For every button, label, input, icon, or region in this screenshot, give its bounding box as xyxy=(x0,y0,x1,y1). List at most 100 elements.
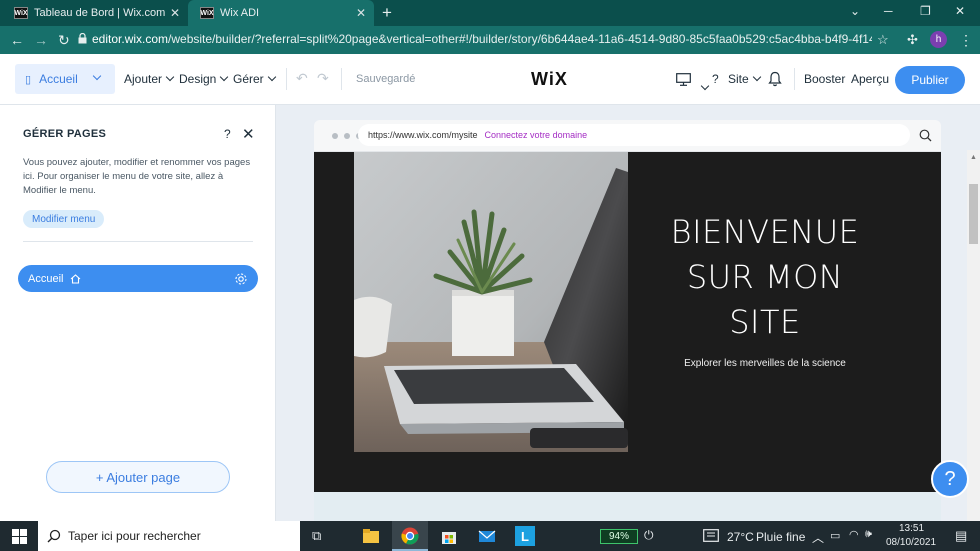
show-hidden-icons-chevron-up-icon[interactable]: ︿ xyxy=(812,529,824,546)
preview-browser-frame: https://www.wix.com/mysite Connectez vot… xyxy=(314,120,941,152)
connect-domain-link[interactable]: Connectez votre domaine xyxy=(485,130,588,140)
menu-manage[interactable]: Gérer xyxy=(233,72,276,86)
scrollbar-thumb[interactable] xyxy=(969,184,978,244)
preview-button[interactable]: Aperçu xyxy=(851,72,889,86)
battery-indicator[interactable]: 94% xyxy=(600,529,638,544)
menu-design[interactable]: Design xyxy=(179,72,229,86)
site-url-bar: https://www.wix.com/mysite Connectez vot… xyxy=(358,124,910,146)
help-chat-button[interactable]: ? xyxy=(931,460,969,498)
hero-laptop-image[interactable] xyxy=(354,152,628,452)
redo-icon[interactable]: ↷ xyxy=(317,70,329,87)
hero-subtitle[interactable]: Explorer les merveilles de la science xyxy=(648,358,882,369)
wix-logo: WiX xyxy=(531,69,568,89)
tab-label: Wix ADI xyxy=(220,7,260,19)
close-window-icon[interactable]: ✕ xyxy=(955,4,965,18)
chevron-down-icon[interactable] xyxy=(700,81,710,91)
boost-button[interactable]: Booster xyxy=(804,72,845,86)
clock-time[interactable]: 13:51 xyxy=(899,523,924,534)
site-url: https://www.wix.com/mysite xyxy=(368,130,478,140)
chrome-taskbar-button[interactable] xyxy=(392,521,428,551)
weather-temperature[interactable]: 27°C xyxy=(727,530,754,544)
search-icon xyxy=(47,529,61,543)
menu-design-label: Design xyxy=(179,72,217,86)
page-selector[interactable]: ▯ Accueil xyxy=(15,64,115,94)
menu-add[interactable]: Ajouter xyxy=(124,72,175,86)
forward-icon[interactable]: → xyxy=(34,32,48,48)
clock-date[interactable]: 08/10/2021 xyxy=(886,537,936,548)
l-app-icon[interactable]: L xyxy=(515,526,535,546)
page-item-label: Accueil xyxy=(28,272,64,285)
window-dot xyxy=(344,133,350,139)
file-explorer-icon[interactable] xyxy=(362,527,380,545)
tab-search-icon[interactable]: ⌄ xyxy=(850,4,860,18)
url-path: /website/builder/?referral=split%20page&… xyxy=(168,32,872,46)
chevron-down-icon xyxy=(165,72,175,82)
task-view-icon[interactable]: ⧉ xyxy=(312,528,321,544)
page-item-home[interactable]: Accueil xyxy=(18,265,258,292)
home-icon xyxy=(71,273,81,284)
back-icon[interactable]: ← xyxy=(10,32,24,48)
panel-title: GÉRER PAGES xyxy=(23,128,107,140)
window-dot xyxy=(332,133,338,139)
help-icon[interactable]: ? xyxy=(712,72,719,86)
new-tab-icon[interactable]: + xyxy=(382,3,392,23)
browser-tab-bar: WiX Tableau de Bord | Wix.com ✕ WiX Wix … xyxy=(0,0,980,26)
notifications-icon[interactable]: ▤ xyxy=(955,528,967,544)
publish-button[interactable]: Publier xyxy=(895,66,965,94)
tab-wix-adi[interactable]: WiX Wix ADI ✕ xyxy=(188,0,374,26)
weather-icon[interactable] xyxy=(703,529,719,542)
restore-icon[interactable]: ❐ xyxy=(920,4,931,18)
page-settings-gear-icon[interactable] xyxy=(234,272,248,286)
windows-start-icon[interactable] xyxy=(12,529,27,544)
menu-site[interactable]: Site xyxy=(728,72,761,86)
divider xyxy=(794,68,795,90)
divider xyxy=(286,68,287,90)
add-page-button[interactable]: + Ajouter page xyxy=(46,461,230,493)
device-icon[interactable]: ▭ xyxy=(830,529,840,542)
close-tab-icon[interactable]: ✕ xyxy=(356,6,366,20)
mail-icon[interactable] xyxy=(478,527,496,545)
url-host: editor.wix.com xyxy=(92,32,169,46)
modify-menu-button[interactable]: Modifier menu xyxy=(23,210,105,228)
chevron-down-icon xyxy=(92,71,101,81)
taskbar-search-input[interactable]: Taper ici pour rechercher xyxy=(38,521,300,551)
scroll-up-icon[interactable]: ▲ xyxy=(970,154,977,161)
url-field[interactable]: editor.wix.com/website/builder/?referral… xyxy=(92,32,872,46)
power-plug-icon: ⏻ xyxy=(644,528,654,542)
divider xyxy=(341,68,342,90)
canvas-scrollbar[interactable]: ▲ xyxy=(967,150,980,521)
reload-icon[interactable]: ↻ xyxy=(58,32,70,49)
search-placeholder: Taper ici pour rechercher xyxy=(68,529,201,543)
editor-top-bar: ▯ Accueil Ajouter Design Gérer ↶ ↷ Sauve… xyxy=(0,54,980,105)
manage-pages-panel: GÉRER PAGES ? ✕ Vous pouvez ajouter, mod… xyxy=(0,105,276,521)
menu-manage-label: Gérer xyxy=(233,72,264,86)
desktop-view-icon[interactable] xyxy=(676,73,691,86)
weather-description[interactable]: Pluie fine xyxy=(756,530,805,544)
zoom-search-icon[interactable] xyxy=(919,129,932,142)
minimize-icon[interactable]: ─ xyxy=(884,4,893,18)
undo-icon[interactable]: ↶ xyxy=(296,70,308,87)
wifi-icon[interactable]: ◠ xyxy=(849,528,859,541)
tab-dashboard[interactable]: WiX Tableau de Bord | Wix.com ✕ xyxy=(2,0,188,26)
chevron-down-icon xyxy=(220,72,229,82)
profile-avatar[interactable]: h xyxy=(930,31,947,48)
store-icon[interactable] xyxy=(440,527,458,545)
close-tab-icon[interactable]: ✕ xyxy=(170,6,180,20)
chrome-icon xyxy=(401,527,419,545)
panel-help-icon[interactable]: ? xyxy=(224,127,231,141)
chevron-down-icon xyxy=(267,72,276,82)
divider xyxy=(23,241,253,242)
panel-close-icon[interactable]: ✕ xyxy=(242,125,255,143)
hero-title[interactable]: BIENVENUE SUR MON SITE xyxy=(648,210,882,345)
notifications-bell-icon[interactable] xyxy=(768,71,782,87)
panel-description: Vous pouvez ajouter, modifier et renomme… xyxy=(23,157,251,196)
wix-favicon-icon: WiX xyxy=(14,7,28,19)
volume-icon[interactable]: 🕪 xyxy=(865,528,872,541)
site-next-section xyxy=(314,492,941,521)
extensions-icon[interactable]: ✣ xyxy=(907,32,918,48)
browser-menu-icon[interactable]: ⋮ xyxy=(959,32,973,49)
address-bar: ← → ↻ editor.wix.com/website/builder/?re… xyxy=(0,26,980,54)
page-icon: ▯ xyxy=(25,73,32,86)
page-selector-label: Accueil xyxy=(39,72,78,86)
bookmark-star-icon[interactable]: ☆ xyxy=(877,32,889,48)
